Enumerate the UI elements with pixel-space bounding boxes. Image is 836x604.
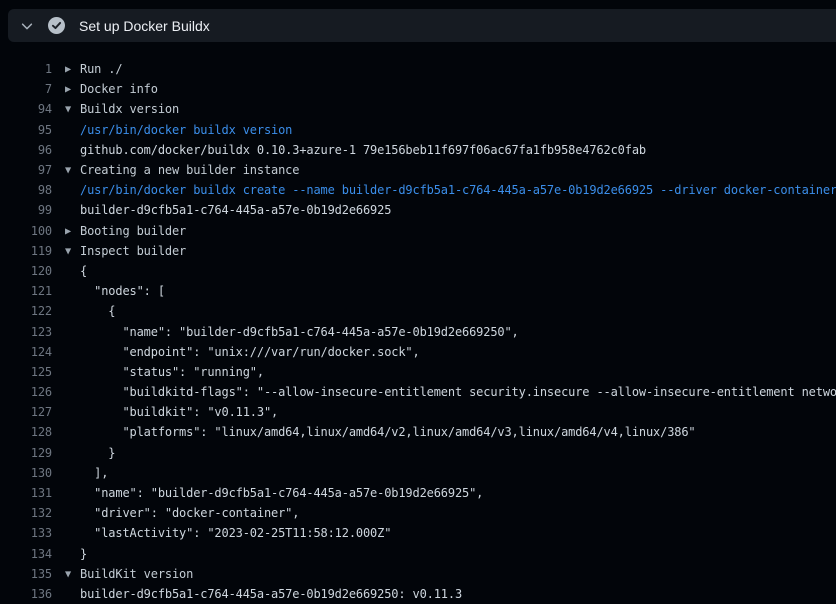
chevron-down-icon[interactable]: [20, 19, 34, 33]
log-output-text: builder-d9cfb5a1-c764-445a-a57e-0b19d2e6…: [52, 587, 836, 601]
line-number[interactable]: 128: [0, 425, 52, 439]
triangle-right-icon[interactable]: ▶: [65, 85, 71, 94]
log-line: 129 }: [0, 443, 836, 463]
triangle-down-icon[interactable]: ▼: [65, 166, 71, 175]
line-number[interactable]: 130: [0, 466, 52, 480]
log-line: 95/usr/bin/docker buildx version: [0, 120, 836, 140]
log-group-row[interactable]: 135▼BuildKit version: [0, 564, 836, 584]
line-number[interactable]: 100: [0, 224, 52, 238]
log-line: 126 "buildkitd-flags": "--allow-insecure…: [0, 382, 836, 402]
line-number[interactable]: 121: [0, 284, 52, 298]
log-group-row[interactable]: 94▼Buildx version: [0, 99, 836, 119]
log-line: 136builder-d9cfb5a1-c764-445a-a57e-0b19d…: [0, 584, 836, 604]
line-number[interactable]: 122: [0, 304, 52, 318]
line-number[interactable]: 124: [0, 345, 52, 359]
line-number[interactable]: 95: [0, 123, 52, 137]
log-output-text: "status": "running",: [52, 365, 836, 379]
line-number[interactable]: 98: [0, 183, 52, 197]
log-line: 120{: [0, 261, 836, 281]
log-line: 99builder-d9cfb5a1-c764-445a-a57e-0b19d2…: [0, 200, 836, 220]
line-number[interactable]: 133: [0, 526, 52, 540]
log-output-text: ],: [52, 466, 836, 480]
triangle-right-icon[interactable]: ▶: [65, 65, 71, 74]
log-group-title: ▼BuildKit version: [52, 567, 836, 581]
log-group-row[interactable]: 1▶Run ./: [0, 59, 836, 79]
log-group-row[interactable]: 100▶Booting builder: [0, 221, 836, 241]
step-title: Set up Docker Buildx: [79, 18, 210, 34]
log-line: 134}: [0, 544, 836, 564]
log-group-title: ▶Docker info: [52, 82, 836, 96]
line-number[interactable]: 119: [0, 244, 52, 258]
log-line: 133 "lastActivity": "2023-02-25T11:58:12…: [0, 523, 836, 543]
log-output-text: "driver": "docker-container",: [52, 506, 836, 520]
log-output-text: {: [52, 304, 836, 318]
line-number[interactable]: 127: [0, 405, 52, 419]
log-output-text: }: [52, 446, 836, 460]
triangle-right-icon[interactable]: ▶: [65, 226, 71, 235]
log-group-title: ▶Booting builder: [52, 224, 836, 238]
log-line: 125 "status": "running",: [0, 362, 836, 382]
line-number[interactable]: 126: [0, 385, 52, 399]
log-line: 122 {: [0, 301, 836, 321]
log-output-text: "platforms": "linux/amd64,linux/amd64/v2…: [52, 425, 836, 439]
log-output-text: {: [52, 264, 836, 278]
line-number[interactable]: 125: [0, 365, 52, 379]
log-output-text: "nodes": [: [52, 284, 836, 298]
line-number[interactable]: 94: [0, 102, 52, 116]
log-output-text: }: [52, 547, 836, 561]
line-number[interactable]: 7: [0, 82, 52, 96]
line-number[interactable]: 97: [0, 163, 52, 177]
log-output-text: "buildkit": "v0.11.3",: [52, 405, 836, 419]
log-group-row[interactable]: 119▼Inspect builder: [0, 241, 836, 261]
log-line: 132 "driver": "docker-container",: [0, 503, 836, 523]
line-number[interactable]: 120: [0, 264, 52, 278]
log-output-text: "lastActivity": "2023-02-25T11:58:12.000…: [52, 526, 836, 540]
log-line: 131 "name": "builder-d9cfb5a1-c764-445a-…: [0, 483, 836, 503]
log-group-title: ▼Creating a new builder instance: [52, 163, 836, 177]
log-output-text: "endpoint": "unix:///var/run/docker.sock…: [52, 345, 836, 359]
log-output-text: builder-d9cfb5a1-c764-445a-a57e-0b19d2e6…: [52, 203, 836, 217]
line-number[interactable]: 99: [0, 203, 52, 217]
log-line: 127 "buildkit": "v0.11.3",: [0, 402, 836, 422]
log-line: 123 "name": "builder-d9cfb5a1-c764-445a-…: [0, 321, 836, 341]
log-output-text: github.com/docker/buildx 0.10.3+azure-1 …: [52, 143, 836, 157]
triangle-down-icon[interactable]: ▼: [65, 569, 71, 578]
line-number[interactable]: 135: [0, 567, 52, 581]
line-number[interactable]: 1: [0, 62, 52, 76]
log-command-text: /usr/bin/docker buildx create --name bui…: [52, 183, 836, 197]
log-output-text: "buildkitd-flags": "--allow-insecure-ent…: [52, 385, 836, 399]
log-group-title: ▶Run ./: [52, 62, 836, 76]
line-number[interactable]: 132: [0, 506, 52, 520]
line-number[interactable]: 129: [0, 446, 52, 460]
log-group-row[interactable]: 7▶Docker info: [0, 79, 836, 99]
log-line: 124 "endpoint": "unix:///var/run/docker.…: [0, 342, 836, 362]
check-circle-icon: [48, 17, 65, 34]
log-command-text: /usr/bin/docker buildx version: [52, 123, 836, 137]
log-line: 96github.com/docker/buildx 0.10.3+azure-…: [0, 140, 836, 160]
log-group-row[interactable]: 97▼Creating a new builder instance: [0, 160, 836, 180]
line-number[interactable]: 131: [0, 486, 52, 500]
log-viewer[interactable]: 1▶Run ./7▶Docker info94▼Buildx version95…: [0, 42, 836, 604]
log-line: 130 ],: [0, 463, 836, 483]
line-number[interactable]: 123: [0, 325, 52, 339]
triangle-down-icon[interactable]: ▼: [65, 246, 71, 255]
log-output-text: "name": "builder-d9cfb5a1-c764-445a-a57e…: [52, 486, 836, 500]
log-line: 98/usr/bin/docker buildx create --name b…: [0, 180, 836, 200]
log-output-text: "name": "builder-d9cfb5a1-c764-445a-a57e…: [52, 325, 836, 339]
triangle-down-icon[interactable]: ▼: [65, 105, 71, 114]
line-number[interactable]: 136: [0, 587, 52, 601]
step-header[interactable]: Set up Docker Buildx: [8, 9, 836, 42]
line-number[interactable]: 134: [0, 547, 52, 561]
log-line: 121 "nodes": [: [0, 281, 836, 301]
log-group-title: ▼Buildx version: [52, 102, 836, 116]
log-line: 128 "platforms": "linux/amd64,linux/amd6…: [0, 422, 836, 442]
log-group-title: ▼Inspect builder: [52, 244, 836, 258]
line-number[interactable]: 96: [0, 143, 52, 157]
